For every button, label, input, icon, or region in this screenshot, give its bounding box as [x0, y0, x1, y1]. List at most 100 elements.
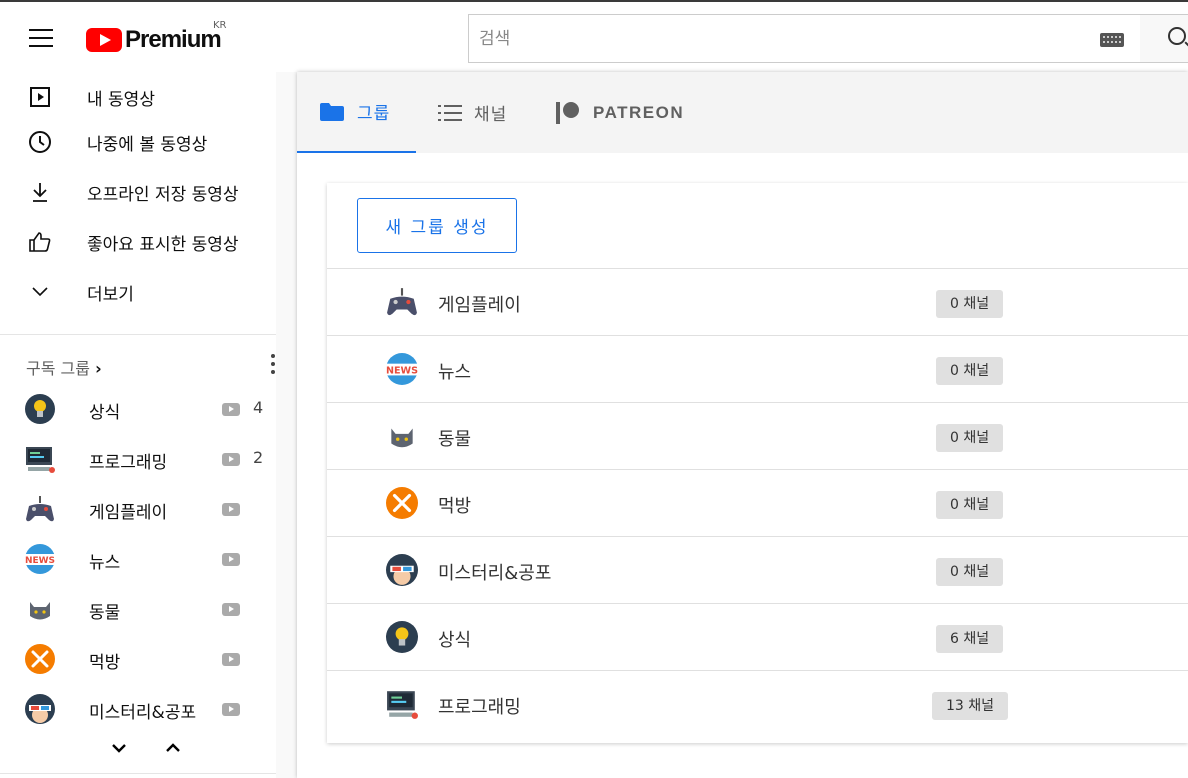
- youtube-icon: [222, 653, 240, 666]
- youtube-premium-logo[interactable]: Premium: [86, 26, 222, 54]
- group-row[interactable]: 미스터리&공포 0 채널: [327, 536, 1188, 603]
- sidebar-divider: [0, 773, 276, 774]
- groups-panel: 그룹 채널 PATREON 새 그룹 생성 게임플레이 0 채널 NEWS 뉴스…: [297, 72, 1188, 778]
- sidebar-item-more[interactable]: 더보기: [0, 267, 276, 317]
- computer-icon: [26, 447, 55, 473]
- group-row[interactable]: 상식 6 채널: [327, 603, 1188, 670]
- chevron-down-icon: [112, 744, 126, 753]
- sidebar-item-label: 더보기: [87, 284, 134, 305]
- utensils-icon: [25, 644, 55, 674]
- youtube-icon: [222, 603, 240, 616]
- chevron-right-icon: ›: [95, 359, 102, 378]
- sidebar-group-item[interactable]: 게임플레이: [0, 484, 276, 534]
- logo-text: Premium: [125, 26, 222, 53]
- gamepad-icon: [387, 288, 417, 316]
- cat-icon: [391, 428, 413, 448]
- gamepad-icon: [26, 496, 54, 522]
- channel-count-badge: 0 채널: [936, 290, 1004, 318]
- svg-text:NEWS: NEWS: [25, 556, 55, 566]
- download-icon: [28, 180, 52, 204]
- youtube-icon: [222, 453, 240, 466]
- group-row[interactable]: 게임플레이 0 채널: [327, 268, 1188, 335]
- channel-count-badge: 13 채널: [932, 692, 1009, 720]
- youtube-icon: [222, 503, 240, 516]
- group-row[interactable]: NEWS 뉴스 0 채널: [327, 335, 1188, 402]
- search-box: [468, 14, 1141, 63]
- tab-groups[interactable]: 그룹: [297, 72, 416, 153]
- lightbulb-icon: [25, 394, 55, 424]
- lightbulb-icon: [386, 621, 418, 653]
- group-label: 뉴스: [89, 553, 121, 573]
- youtube-play-icon: [86, 28, 122, 52]
- sidebar: 내 동영상 나중에 볼 동영상 오프라인 저장 동영상 좋아요 표시한 동영상 …: [0, 72, 276, 778]
- channel-count-badge: 0 채널: [936, 558, 1004, 586]
- clock-icon: [28, 130, 52, 154]
- scroll-up-button[interactable]: [163, 741, 183, 757]
- utensils-icon: [386, 487, 418, 519]
- svg-text:NEWS: NEWS: [386, 365, 418, 376]
- create-group-button[interactable]: 새 그룹 생성: [357, 198, 517, 253]
- group-count: 4: [253, 398, 264, 417]
- sidebar-item-label: 좋아요 표시한 동영상: [87, 234, 239, 255]
- news-icon: NEWS: [25, 544, 55, 574]
- sidebar-group-item[interactable]: 상식 4: [0, 384, 276, 434]
- computer-icon: [387, 691, 418, 719]
- sidebar-group-item[interactable]: 프로그래밍 2: [0, 434, 276, 484]
- sidebar-item-label: 나중에 볼 동영상: [87, 134, 208, 155]
- group-label: 게임플레이: [89, 503, 168, 523]
- tab-label: 그룹: [357, 104, 391, 124]
- more-options-icon[interactable]: [268, 352, 278, 378]
- play-square-icon: [28, 85, 52, 109]
- chevron-down-icon: [28, 280, 52, 304]
- sidebar-item-liked[interactable]: 좋아요 표시한 동영상: [0, 217, 276, 267]
- news-icon: NEWS: [386, 353, 418, 385]
- group-label: 상식: [438, 630, 472, 651]
- thumbs-up-icon: [28, 230, 52, 254]
- sidebar-group-item[interactable]: 동물: [0, 584, 276, 634]
- search-icon: [1168, 27, 1186, 45]
- search-input[interactable]: [469, 15, 1069, 62]
- subscription-groups-title: 구독 그룹: [26, 359, 90, 378]
- groups-card: 새 그룹 생성 게임플레이 0 채널 NEWS 뉴스 0 채널 동물 0 채널 …: [327, 183, 1188, 743]
- channel-count-badge: 0 채널: [936, 491, 1004, 519]
- channel-count-badge: 0 채널: [936, 357, 1004, 385]
- cat-icon: [30, 602, 50, 620]
- group-label: 뉴스: [438, 362, 472, 383]
- sidebar-item-watch-later[interactable]: 나중에 볼 동영상: [0, 117, 276, 167]
- scroll-down-button[interactable]: [109, 741, 129, 757]
- subscription-groups-header[interactable]: 구독 그룹 ›: [26, 355, 102, 379]
- sidebar-item-downloads[interactable]: 오프라인 저장 동영상: [0, 167, 276, 217]
- sidebar-item-label: 내 동영상: [87, 89, 155, 110]
- region-label: KR: [213, 20, 227, 31]
- group-label: 먹방: [438, 496, 472, 517]
- sidebar-group-item[interactable]: 미스터리&공포: [0, 684, 276, 734]
- group-label: 동물: [438, 429, 472, 450]
- group-row[interactable]: 먹방 0 채널: [327, 469, 1188, 536]
- sidebar-item-label: 오프라인 저장 동영상: [87, 184, 239, 205]
- sidebar-group-item[interactable]: 먹방: [0, 634, 276, 684]
- tab-channels[interactable]: 채널: [438, 72, 507, 153]
- 3d-glasses-icon: [386, 554, 418, 586]
- group-row[interactable]: 프로그래밍 13 채널: [327, 670, 1188, 737]
- 3d-glasses-icon: [25, 694, 55, 724]
- youtube-icon: [222, 403, 240, 416]
- channel-count-badge: 6 채널: [936, 625, 1004, 653]
- group-label: 프로그래밍: [89, 453, 168, 473]
- top-bar: Premium KR: [0, 0, 1188, 72]
- youtube-icon: [222, 703, 240, 716]
- sidebar-group-item[interactable]: NEWS 뉴스: [0, 534, 276, 584]
- patreon-icon: [556, 101, 579, 124]
- sidebar-item-my-videos[interactable]: 내 동영상: [0, 72, 276, 122]
- sidebar-divider: [0, 334, 276, 335]
- tab-patreon[interactable]: PATREON: [555, 72, 684, 153]
- tab-bar: 그룹 채널 PATREON: [297, 72, 1188, 153]
- folder-icon: [320, 102, 344, 121]
- keyboard-icon[interactable]: [1100, 33, 1124, 47]
- group-label: 미스터리&공포: [438, 563, 552, 584]
- menu-icon[interactable]: [29, 29, 53, 47]
- group-count: 2: [253, 448, 264, 467]
- group-label: 프로그래밍: [438, 697, 521, 718]
- search-button[interactable]: [1140, 14, 1188, 63]
- group-label: 동물: [89, 603, 121, 623]
- group-row[interactable]: 동물 0 채널: [327, 402, 1188, 469]
